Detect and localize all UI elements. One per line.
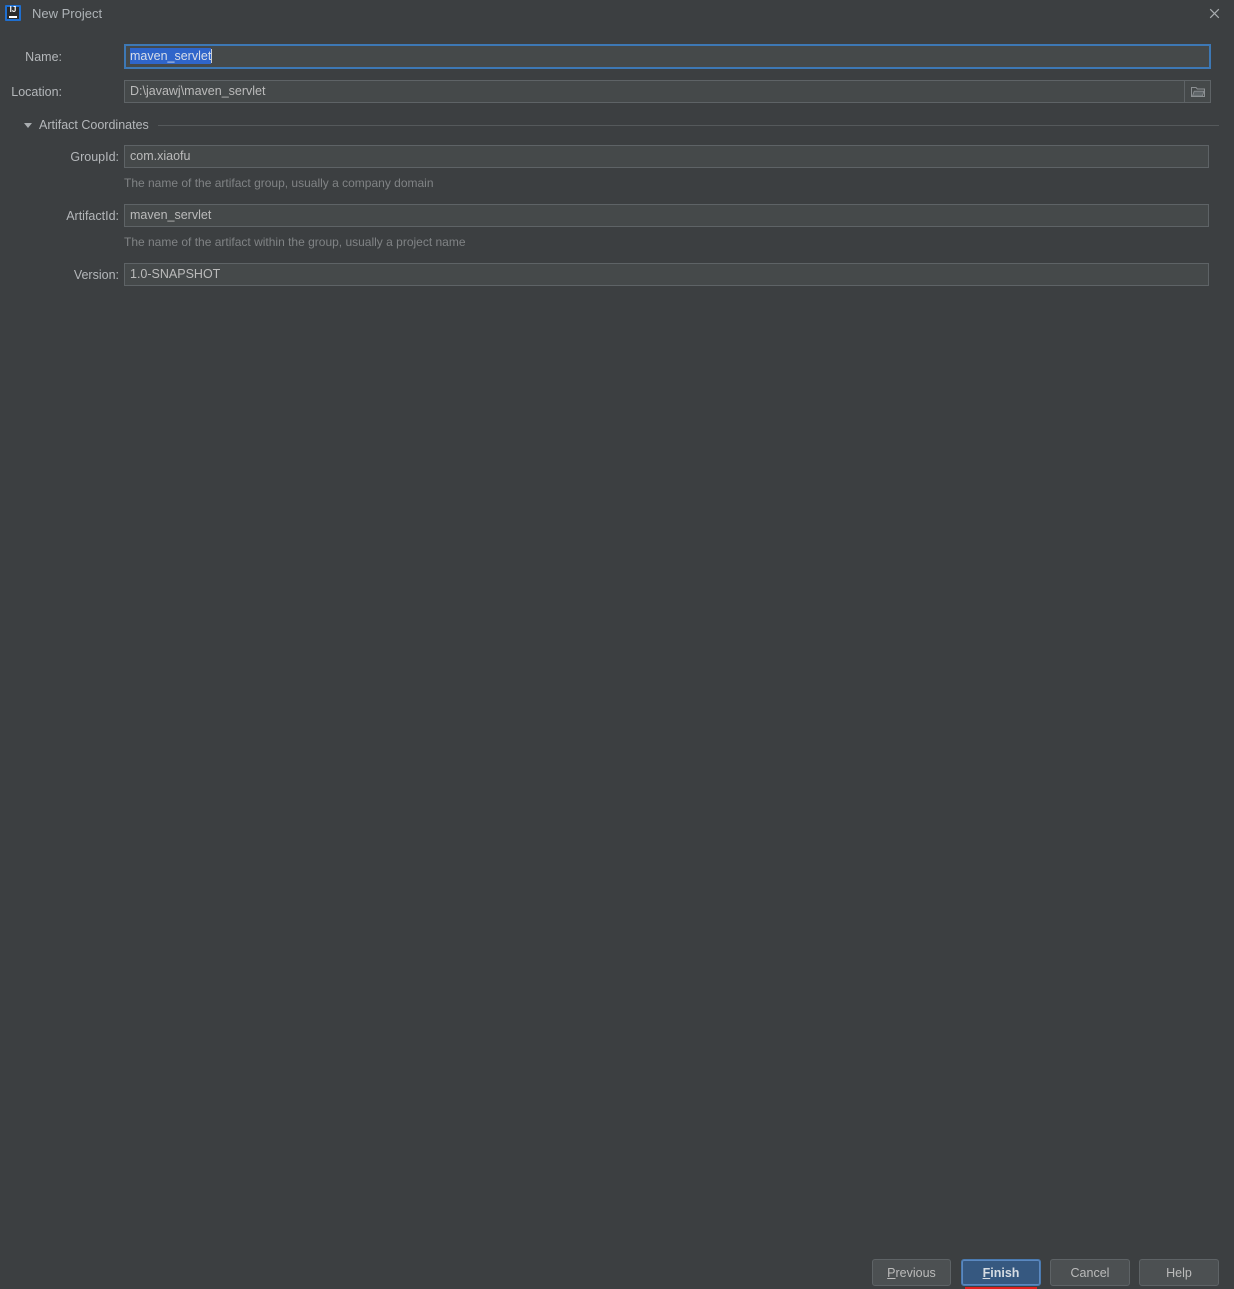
artifactid-label: ArtifactId:	[66, 208, 119, 223]
location-row: Location: D:\javawj\maven_servlet	[0, 80, 1215, 103]
project-settings-form: Name: maven_servlet Location: D:\javawj\…	[0, 26, 1234, 626]
dialog-button-bar: Previous Finish Cancel Help	[0, 626, 1234, 1289]
text-caret	[211, 49, 213, 63]
previous-button-label: revious	[895, 1265, 936, 1280]
groupid-input[interactable]: com.xiaofu	[124, 145, 1209, 168]
triangle-down-icon[interactable]	[24, 122, 32, 128]
finish-button-label: inish	[990, 1265, 1020, 1280]
groupid-hint: The name of the artifact group, usually …	[124, 176, 434, 190]
artifactid-input[interactable]: maven_servlet	[124, 204, 1209, 227]
artifactid-hint: The name of the artifact within the grou…	[124, 235, 466, 249]
version-row: Version: 1.0-SNAPSHOT	[0, 263, 1215, 286]
artifactid-row: ArtifactId: maven_servlet	[0, 204, 1215, 227]
name-label: Name:	[25, 49, 62, 64]
finish-button[interactable]: Finish	[961, 1259, 1041, 1286]
version-input[interactable]: 1.0-SNAPSHOT	[124, 263, 1209, 286]
version-label: Version:	[73, 267, 119, 282]
close-icon[interactable]	[1202, 2, 1226, 24]
intellij-idea-icon-letters: IJ	[9, 5, 17, 14]
location-input[interactable]: D:\javawj\maven_servlet	[124, 80, 1185, 103]
previous-button[interactable]: Previous	[872, 1259, 951, 1286]
intellij-idea-icon: IJ	[5, 5, 21, 21]
name-input[interactable]: maven_servlet	[124, 44, 1211, 69]
cancel-button[interactable]: Cancel	[1050, 1259, 1130, 1286]
groupid-row: GroupId: com.xiaofu	[0, 145, 1215, 168]
location-label: Location:	[11, 84, 62, 99]
artifact-coordinates-title: Artifact Coordinates	[39, 118, 149, 132]
section-divider	[157, 124, 1219, 126]
artifact-coordinates-section-header[interactable]: Artifact Coordinates	[24, 118, 1219, 132]
folder-icon[interactable]	[1185, 80, 1211, 103]
name-input-value: maven_servlet	[130, 48, 212, 64]
name-row: Name: maven_servlet	[0, 44, 1215, 69]
groupid-label: GroupId:	[70, 149, 119, 164]
dialog-title: New Project	[32, 5, 103, 21]
location-field-group: D:\javawj\maven_servlet	[124, 80, 1211, 103]
dialog-titlebar: IJ New Project	[0, 0, 1234, 26]
previous-button-mnemonic: P	[887, 1265, 896, 1280]
finish-button-mnemonic: F	[982, 1265, 991, 1280]
help-button[interactable]: Help	[1139, 1259, 1219, 1286]
